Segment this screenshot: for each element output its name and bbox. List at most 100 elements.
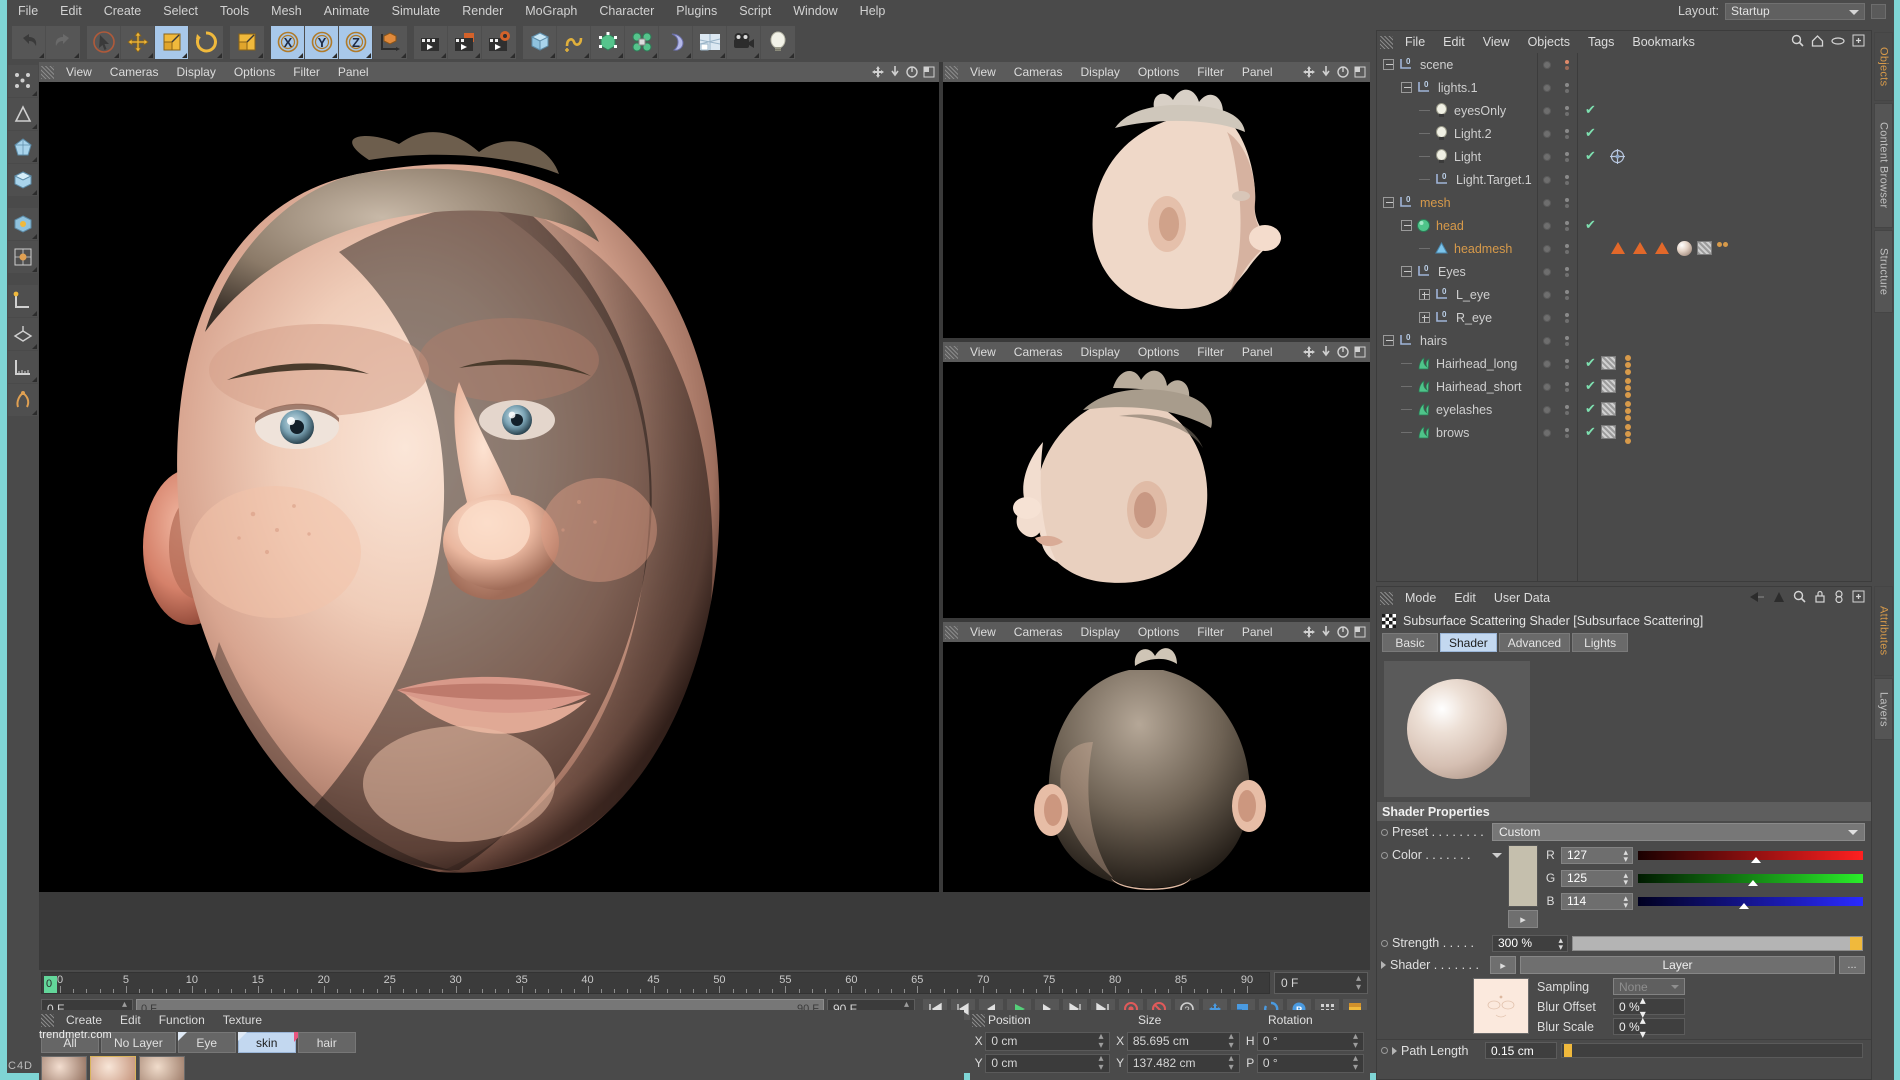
layer-filter-no-layer[interactable]: No Layer (101, 1032, 176, 1053)
add-camera-button[interactable] (727, 25, 761, 59)
spinner-icon[interactable]: ▴▾ (1623, 847, 1628, 863)
spinner-icon[interactable]: ▴▾ (1558, 935, 1563, 951)
menu-edit[interactable]: Edit (49, 0, 93, 22)
visibility-dots[interactable] (1543, 129, 1551, 138)
tag-texture-icon[interactable] (1601, 379, 1616, 393)
viewport-menu-filter[interactable]: Filter (1188, 62, 1233, 82)
add-spline-button[interactable] (557, 25, 591, 59)
render-dots[interactable] (1565, 151, 1569, 162)
pan-icon[interactable] (872, 66, 884, 78)
editor-render-dots-icon[interactable] (1565, 128, 1569, 139)
visibility-dot-icon[interactable] (1543, 382, 1551, 391)
expand-toggle-icon[interactable] (1419, 289, 1430, 300)
menu-plugins[interactable]: Plugins (665, 0, 728, 22)
viewport-menu-options[interactable]: Options (1129, 622, 1188, 642)
grip-icon[interactable] (41, 65, 54, 79)
right-tab-layers[interactable]: Layers (1874, 678, 1893, 740)
attribute-menu-edit[interactable]: Edit (1445, 587, 1485, 609)
menu-file[interactable]: File (7, 0, 49, 22)
expand-arrow-icon[interactable] (1392, 1046, 1397, 1055)
object-row-hairhead-short[interactable]: Hairhead_short ✔ (1377, 375, 1871, 398)
attribute-menu-user-data[interactable]: User Data (1485, 587, 1559, 609)
grip-icon[interactable] (1380, 591, 1393, 605)
menu-tools[interactable]: Tools (209, 0, 260, 22)
collapse-toggle-icon[interactable] (1401, 266, 1412, 277)
rotate-view-icon[interactable] (1337, 346, 1349, 358)
render-dots[interactable] (1565, 105, 1569, 116)
viewport-menu-cameras[interactable]: Cameras (1005, 62, 1072, 82)
position-field[interactable]: 0 cm ▴ ▾ (985, 1031, 1110, 1051)
tag-phong-icon[interactable] (1611, 242, 1625, 254)
search-icon[interactable] (1793, 590, 1806, 606)
editor-render-dots-icon[interactable] (1565, 358, 1569, 369)
slider-knob[interactable] (1739, 902, 1750, 909)
visibility-dots[interactable] (1543, 405, 1551, 414)
attribute-tab-shader[interactable]: Shader (1440, 633, 1497, 652)
pan-icon[interactable] (1303, 346, 1315, 358)
visibility-dots[interactable] (1543, 221, 1551, 230)
object-menu-objects[interactable]: Objects (1519, 31, 1579, 53)
tag-texture-icon[interactable] (1601, 356, 1616, 370)
search-icon[interactable] (1791, 34, 1804, 50)
menu-help[interactable]: Help (849, 0, 897, 22)
visibility-dot-icon[interactable] (1543, 359, 1551, 368)
model-mode-tool[interactable] (8, 164, 38, 196)
viewport-menu-panel[interactable]: Panel (329, 62, 378, 82)
visibility-dots[interactable] (1543, 336, 1551, 345)
spinner-icon[interactable]: ▴▾ (1623, 893, 1628, 909)
strength-field[interactable]: 300 % ▴ ▾ (1492, 934, 1568, 952)
maximize-viewport-icon[interactable] (1354, 626, 1366, 638)
tag-hair-material-icon[interactable] (1625, 401, 1631, 421)
render-dots[interactable] (1565, 289, 1569, 300)
add-deformer-button[interactable] (659, 25, 693, 59)
visibility-dot-icon[interactable] (1543, 83, 1551, 92)
render-dots[interactable] (1565, 266, 1569, 277)
attribute-tab-advanced[interactable]: Advanced (1498, 633, 1571, 652)
grip-icon[interactable] (1380, 35, 1393, 49)
enabled-check-icon[interactable]: ✔ (1585, 217, 1596, 233)
size-field[interactable]: 85.695 cm ▴ ▾ (1126, 1031, 1240, 1051)
viewport-menu-filter[interactable]: Filter (1188, 342, 1233, 362)
object-row-lights-1[interactable]: 0 lights.1 (1377, 76, 1871, 99)
snap-tool[interactable] (8, 384, 38, 416)
render-dots[interactable] (1565, 335, 1569, 346)
color-r-field[interactable]: 127 ▴ ▾ (1561, 846, 1633, 864)
path-length-slider[interactable] (1561, 1043, 1863, 1058)
object-row-head[interactable]: head ✔ (1377, 214, 1871, 237)
grip-icon[interactable] (945, 625, 958, 639)
modelling-axis-tool[interactable] (230, 25, 264, 59)
attribute-tab-lights[interactable]: Lights (1572, 633, 1629, 652)
viewport-right[interactable]: View Cameras Display Options Filter Panel (943, 62, 1370, 338)
visibility-dots[interactable] (1543, 152, 1551, 161)
color-r-slider[interactable] (1638, 850, 1863, 863)
editor-render-dots-icon[interactable] (1565, 151, 1569, 162)
tag-extra-icon[interactable] (1717, 242, 1728, 247)
material-menu-edit[interactable]: Edit (111, 1010, 150, 1030)
material-menu-create[interactable]: Create (57, 1010, 111, 1030)
color-g-slider[interactable] (1638, 873, 1863, 886)
material-skin[interactable] (90, 1056, 136, 1080)
zoom-icon[interactable] (1320, 626, 1332, 638)
spinner-icon[interactable]: ▴▾ (1229, 1054, 1234, 1073)
object-row-light[interactable]: Light ✔ (1377, 145, 1871, 168)
pan-icon[interactable] (1303, 626, 1315, 638)
enabled-check-icon[interactable]: ✔ (1585, 102, 1596, 118)
zoom-icon[interactable] (1320, 66, 1332, 78)
shader-more-button[interactable]: ... (1839, 956, 1865, 974)
blur-scale-field[interactable]: 0 % ▴ ▾ (1613, 1013, 1685, 1041)
blur-offset-field[interactable]: 0 % ▴ ▾ (1613, 993, 1685, 1021)
enabled-check-icon[interactable]: ✔ (1585, 125, 1596, 141)
viewport-menu-cameras[interactable]: Cameras (1005, 342, 1072, 362)
shader-preview[interactable] (1383, 660, 1531, 798)
object-row-l-eye[interactable]: 0 L_eye (1377, 283, 1871, 306)
right-tab-structure[interactable]: Structure (1874, 230, 1893, 313)
size-field[interactable]: 137.482 cm ▴ ▾ (1126, 1053, 1240, 1073)
menu-animate[interactable]: Animate (313, 0, 381, 22)
viewport-perspective[interactable]: View Cameras Display Options Filter Panel (39, 62, 939, 892)
object-menu-view[interactable]: View (1474, 31, 1519, 53)
add-cube-button[interactable] (523, 25, 557, 59)
spinner-icon[interactable]: ▴▾ (1098, 1032, 1103, 1051)
visibility-dot-icon[interactable] (1543, 175, 1551, 184)
spinner-icon[interactable]: ▴▾ (1356, 974, 1361, 993)
grip-icon[interactable] (945, 65, 958, 79)
